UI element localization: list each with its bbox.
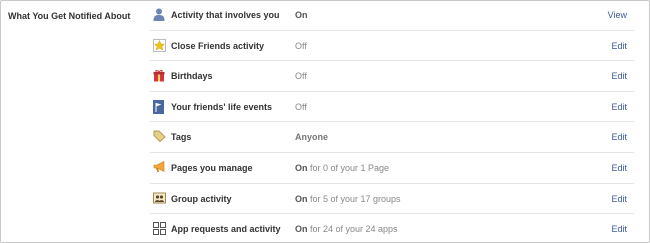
tag-icon — [153, 130, 166, 143]
item-name: Close Friends activity — [171, 40, 265, 51]
edit-link[interactable]: Edit — [611, 71, 627, 81]
list-item-tags: Tags Anyone Edit — [150, 122, 634, 153]
edit-link[interactable]: Edit — [611, 132, 627, 142]
item-name: Tags — [171, 132, 192, 143]
apps-icon — [153, 222, 166, 236]
list-item-pages: Pages you manage On for 0 of your 1 Page… — [150, 153, 634, 184]
item-status: Off — [295, 101, 307, 112]
item-status: Off — [295, 40, 307, 51]
megaphone-icon — [153, 160, 165, 173]
edit-link[interactable]: Edit — [611, 163, 627, 173]
list-item-birthdays: Birthdays Off Edit — [150, 61, 634, 92]
item-status: On for 0 of your 1 Page — [295, 162, 390, 173]
item-status: On for 5 of your 17 groups — [295, 193, 401, 204]
section-label: What You Get Notified About — [8, 11, 131, 21]
gift-icon — [153, 69, 165, 82]
item-status: Off — [295, 71, 307, 82]
edit-link[interactable]: Edit — [611, 102, 627, 112]
star-icon — [153, 38, 166, 52]
item-name: Group activity — [171, 193, 232, 204]
item-name: Pages you manage — [171, 162, 253, 173]
item-name: Birthdays — [171, 71, 213, 82]
item-name: App requests and activity — [171, 224, 281, 235]
list-item-groups: Group activity On for 5 of your 17 group… — [150, 184, 634, 215]
list-item-apps: App requests and activity On for 24 of y… — [150, 214, 634, 243]
item-name: Your friends' life events — [171, 101, 272, 112]
notification-list: Activity that involves you On View Close… — [150, 0, 634, 243]
view-link[interactable]: View — [608, 10, 627, 20]
list-item-close-friends: Close Friends activity Off Edit — [150, 31, 634, 62]
item-name: Activity that involves you — [171, 10, 280, 20]
item-status: On for 24 of your 24 apps — [295, 224, 398, 235]
group-icon — [153, 192, 166, 204]
edit-link[interactable]: Edit — [611, 224, 627, 234]
edit-link[interactable]: Edit — [611, 41, 627, 51]
flag-icon — [153, 99, 165, 114]
item-status: Anyone — [295, 132, 329, 143]
item-status: On — [295, 10, 308, 20]
edit-link[interactable]: Edit — [611, 194, 627, 204]
list-item-life-events: Your friends' life events Off Edit — [150, 92, 634, 123]
list-item-activity: Activity that involves you On View — [150, 0, 634, 31]
person-icon — [153, 8, 165, 21]
